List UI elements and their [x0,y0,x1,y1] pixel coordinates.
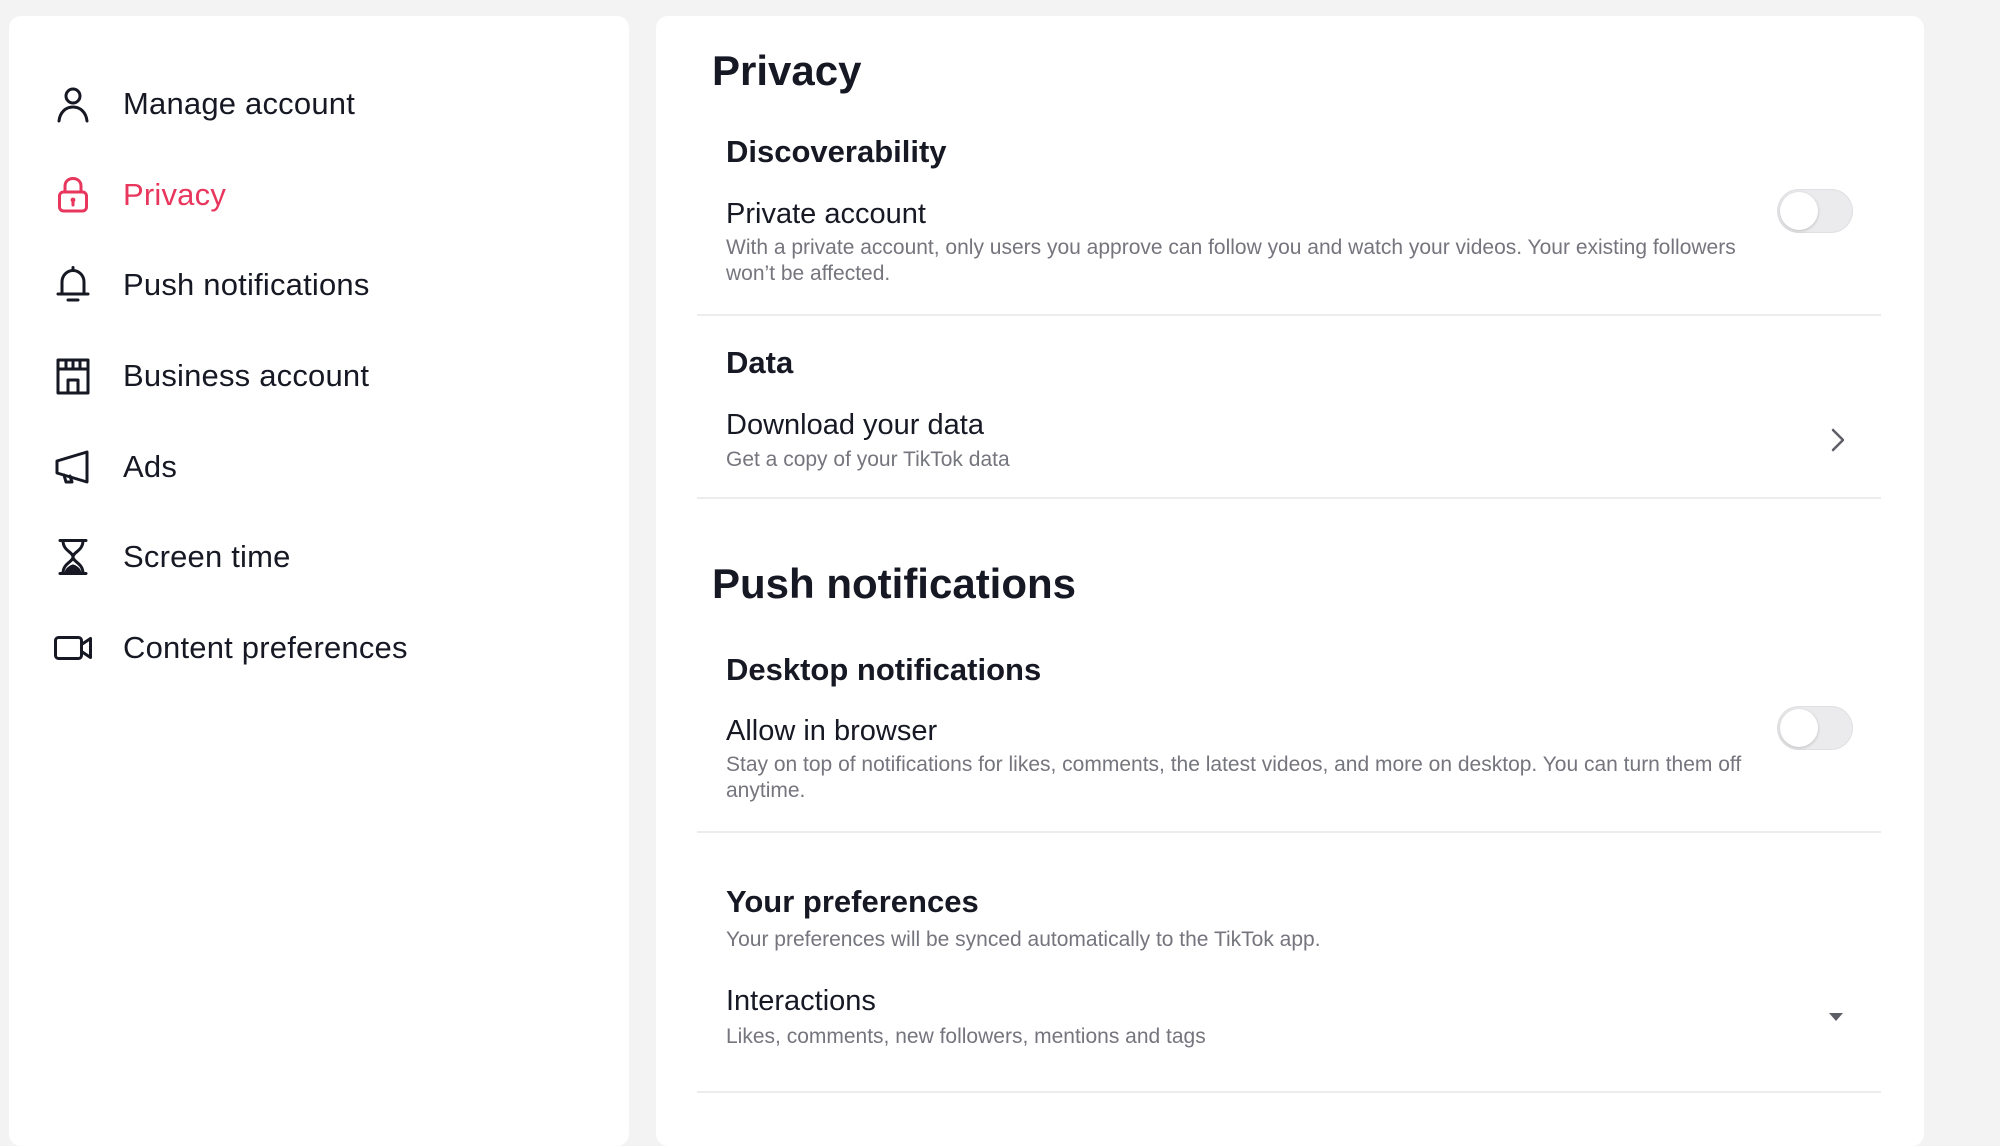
download-data-description: Get a copy of your TikTok data [726,448,1010,471]
sidebar-item-label: Content preferences [123,629,408,665]
divider [697,497,1881,499]
lock-icon [51,173,95,217]
push-notifications-title: Push notifications [712,560,1077,607]
video-camera-icon [51,626,95,670]
divider [697,831,1881,833]
interactions-description: Likes, comments, new followers, mentions… [726,1025,1206,1048]
bell-icon [51,263,95,307]
privacy-title: Privacy [712,47,862,94]
interactions-title[interactable]: Interactions [726,985,876,1018]
sidebar-item-label: Ads [123,448,178,484]
toggle-knob [1780,192,1818,230]
settings-sidebar: Manage account Privacy Push notification… [9,16,629,1146]
sidebar-item-manage-account[interactable]: Manage account [9,59,629,150]
sidebar-item-privacy[interactable]: Privacy [9,150,629,241]
download-data-title[interactable]: Download your data [726,409,984,442]
megaphone-icon [51,445,95,489]
sidebar-item-label: Screen time [123,539,291,575]
person-icon [51,82,95,126]
allow-in-browser-description: Stay on top of notifications for likes, … [726,753,1742,802]
sidebar-item-ads[interactable]: Ads [9,421,629,512]
toggle-knob [1780,709,1818,747]
private-account-description: With a private account, only users you a… [726,236,1736,285]
chevron-right-icon[interactable] [1822,425,1852,455]
sidebar-item-label: Business account [123,358,370,394]
settings-nav: Manage account Privacy Push notification… [9,59,629,693]
allow-in-browser-title: Allow in browser [726,715,938,747]
sidebar-item-content-preferences[interactable]: Content preferences [9,603,629,694]
your-preferences-description: Your preferences will be synced automati… [726,928,1321,951]
sidebar-item-push-notifications[interactable]: Push notifications [9,240,629,331]
settings-panel: Privacy Discoverability Private account … [656,16,1924,1146]
divider [697,314,1881,316]
storefront-icon [51,354,95,398]
sidebar-item-label: Privacy [123,176,227,212]
sidebar-item-business-account[interactable]: Business account [9,331,629,422]
divider [697,1091,1881,1093]
discoverability-heading: Discoverability [726,134,947,169]
sidebar-item-label: Manage account [123,86,356,122]
desktop-notifications-heading: Desktop notifications [726,652,1042,687]
sidebar-item-screen-time[interactable]: Screen time [9,512,629,603]
private-account-toggle[interactable] [1777,189,1853,233]
sidebar-item-label: Push notifications [123,267,370,303]
data-heading: Data [726,345,794,380]
allow-in-browser-toggle[interactable] [1777,706,1853,750]
private-account-title: Private account [726,198,926,230]
hourglass-icon [51,535,95,579]
caret-down-icon[interactable] [1821,1002,1851,1032]
your-preferences-heading: Your preferences [726,884,979,919]
